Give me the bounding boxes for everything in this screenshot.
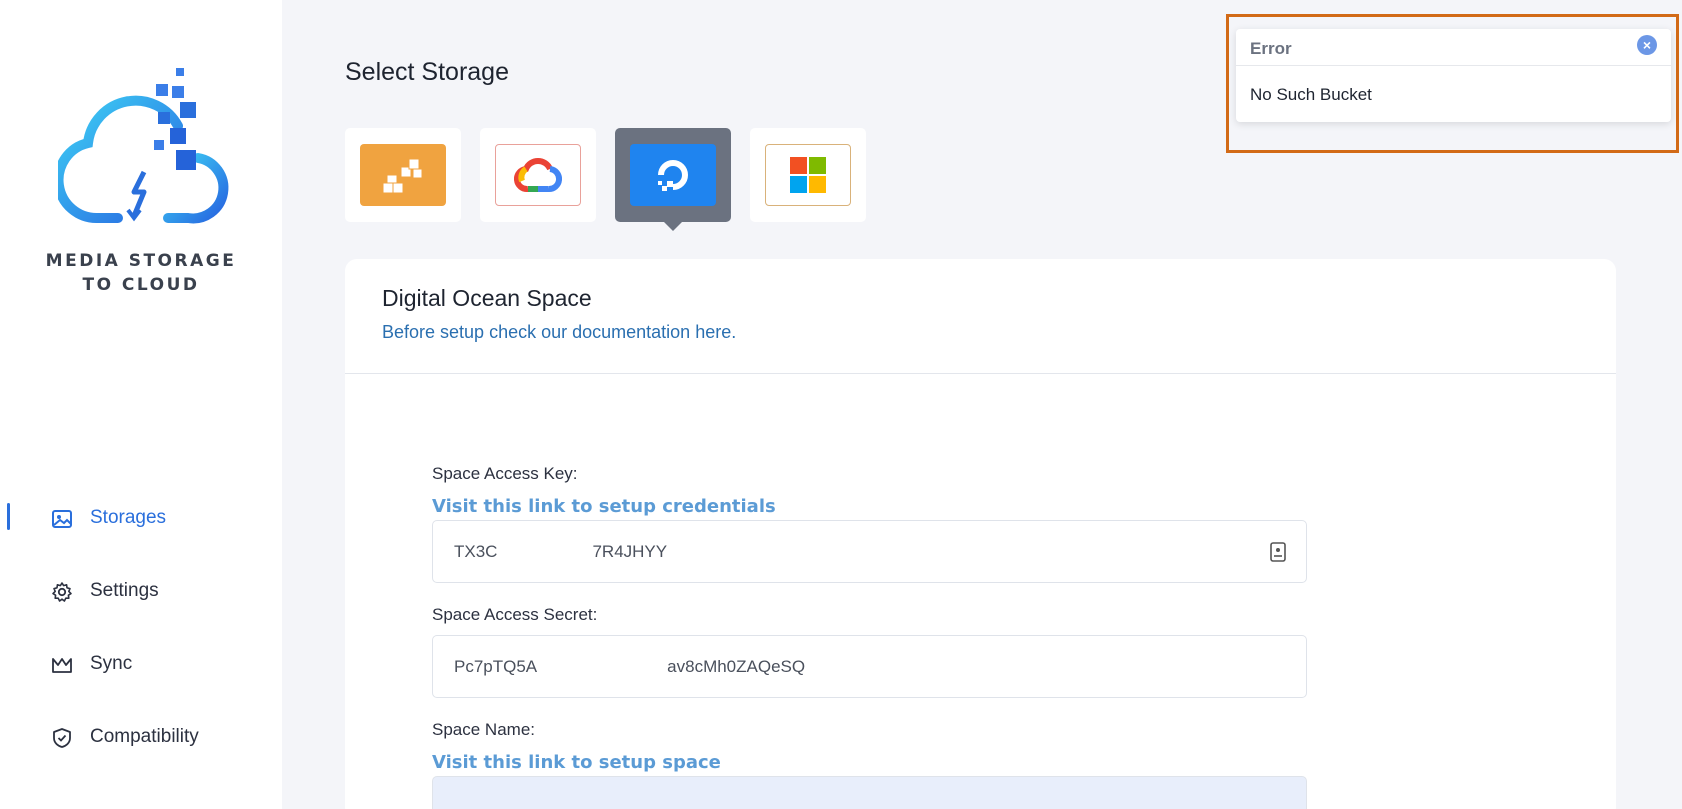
storage-tile-amazon-s3[interactable] <box>345 128 461 222</box>
logo-text-line2: TO CLOUD <box>82 275 200 295</box>
close-icon[interactable]: × <box>1637 35 1657 55</box>
access-key-field[interactable]: TX3C 7R4JHYY <box>432 520 1307 583</box>
logo-text: MEDIA STORAGE TO CLOUD <box>0 249 282 297</box>
logo-text-line1: MEDIA STORAGE <box>45 251 237 271</box>
space-name-field[interactable] <box>432 776 1307 809</box>
storage-selector <box>345 128 866 231</box>
storage-config-card: Digital Ocean Space Before setup check o… <box>345 259 1616 809</box>
sidebar-item-settings[interactable]: Settings <box>0 566 282 639</box>
shield-check-icon <box>50 726 74 750</box>
contact-card-icon[interactable] <box>1270 542 1286 562</box>
toast-header: Error × <box>1236 29 1671 66</box>
access-secret-field[interactable]: Pc7pTQ5A av8cMh0ZAQeSQ <box>432 635 1307 698</box>
cloud-logo-icon <box>58 68 229 224</box>
documentation-link[interactable]: Before setup check our documentation her… <box>382 322 1616 343</box>
storage-tile-digital-ocean[interactable] <box>615 128 731 231</box>
sidebar-item-storages[interactable]: Storages <box>0 493 282 566</box>
redacted-mask <box>537 656 668 677</box>
setup-space-link[interactable]: Visit this link to setup space <box>432 752 1307 773</box>
access-secret-value-start: Pc7pTQ5A <box>454 656 538 676</box>
gear-icon <box>50 580 74 604</box>
google-cloud-icon <box>495 144 581 206</box>
sidebar-item-label: Storages <box>90 507 167 528</box>
sidebar-item-compatibility[interactable]: Compatibility <box>0 712 282 785</box>
digital-ocean-icon <box>630 144 716 206</box>
amazon-s3-icon <box>360 144 446 206</box>
toast-title: Error <box>1250 39 1292 58</box>
space-form: Space Access Key: Visit this link to set… <box>432 464 1307 809</box>
storage-tile-google-cloud[interactable] <box>480 128 596 222</box>
sidebar-item-label: Settings <box>90 580 159 601</box>
sidebar-item-label: Compatibility <box>90 726 199 747</box>
redacted-mask <box>497 541 593 562</box>
access-key-value-start: TX3C <box>454 541 498 561</box>
storage-tile-microsoft-azure[interactable] <box>750 128 866 222</box>
image-icon <box>50 507 74 531</box>
space-name-label: Space Name: <box>432 720 535 739</box>
card-header: Digital Ocean Space Before setup check o… <box>345 259 1616 374</box>
card-title: Digital Ocean Space <box>382 285 592 311</box>
credentials-link[interactable]: Visit this link to setup credentials <box>432 496 1307 517</box>
sidebar-item-label: Sync <box>90 653 133 674</box>
access-key-label: Space Access Key: <box>432 464 578 483</box>
toast-message: No Such Bucket <box>1250 85 1372 104</box>
sidebar-nav: Storages Settings Sync Compatibility <box>0 493 282 785</box>
sidebar-item-sync[interactable]: Sync <box>0 639 282 712</box>
access-secret-value-end: av8cMh0ZAQeSQ <box>667 656 806 676</box>
crown-icon <box>50 653 74 677</box>
access-secret-label: Space Access Secret: <box>432 605 598 624</box>
page-title: Select Storage <box>345 58 509 86</box>
error-toast: Error × No Such Bucket <box>1236 29 1671 122</box>
sidebar: MEDIA STORAGE TO CLOUD Storages Settings… <box>0 0 282 809</box>
access-key-value-end: 7R4JHYY <box>592 541 668 561</box>
microsoft-icon <box>765 144 851 206</box>
